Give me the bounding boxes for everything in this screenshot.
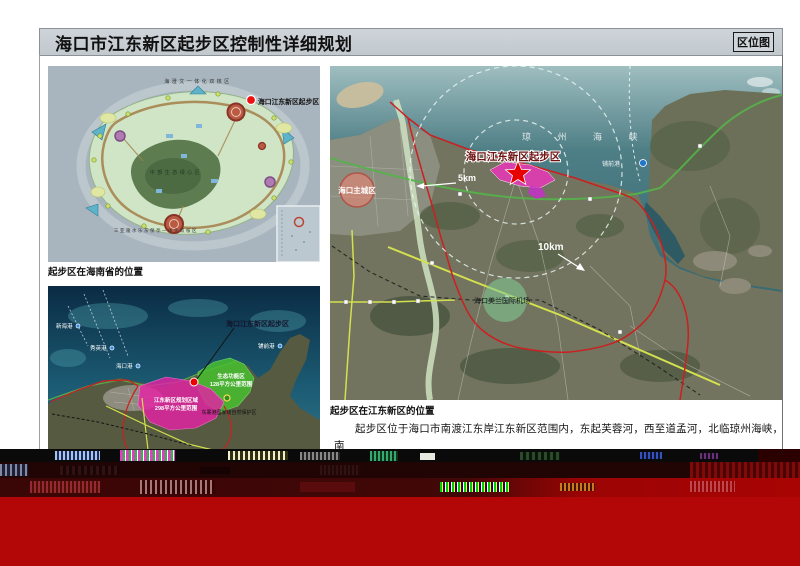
start-area-label: 海口江东新区起步区 [466, 150, 561, 163]
province-map: 海澄文一体化双核区 中部生态绿心区 三亚陵水乐东保亭一体化双核区 海口江东新区起… [48, 66, 320, 262]
right-frame-line [782, 55, 783, 450]
glitch-noise [300, 482, 355, 492]
start-area-dot [190, 378, 198, 386]
pink-zone-label-1: 江东新区规划区域 [154, 396, 199, 404]
glitch-band-maroon [0, 462, 800, 478]
strait-label: 琼 州 海 峡 [522, 131, 650, 142]
glitch-noise [440, 482, 510, 492]
glitch-band-noise [0, 449, 800, 462]
radius-10km-label: 10km [538, 242, 564, 253]
glitch-band-red [0, 478, 800, 497]
haikou-node [228, 104, 245, 121]
reserve-dot [224, 395, 230, 401]
glitch-noise [758, 449, 800, 462]
pink-zone-label-2: 298平方公里范围 [155, 404, 198, 412]
cloud [747, 77, 773, 87]
province-map-caption: 起步区在海南省的位置 [48, 264, 143, 278]
south-sea-inset [277, 206, 320, 262]
page-title: 海口市江东新区起步区控制性详细规划 [40, 30, 353, 55]
port-xinhai-label: 新海港 [56, 322, 73, 330]
location-map-caption: 起步区在江东新区的位置 [330, 403, 435, 417]
start-area-label: 海口江东新区起步区 [258, 97, 319, 106]
glitch-noise [140, 480, 215, 494]
glitch-noise [60, 466, 120, 475]
west-city-node [115, 131, 125, 141]
glitch-noise [30, 481, 100, 493]
glitch-noise [640, 452, 662, 459]
corruption-red-area [0, 497, 800, 566]
green-zone-label-2: 128平方公里范围 [210, 380, 253, 388]
header-bar: 海口市江东新区起步区控制性详细规划 区位图 [39, 28, 783, 56]
district-map: 新海港 秀英港 海口港 铺前港 海口江东新区起步区 江东新区规划区域 298平方… [48, 286, 320, 450]
radius-5km-label: 5km [458, 173, 476, 183]
north-zone-label: 海澄文一体化双核区 [164, 78, 232, 85]
glitch-noise [420, 453, 435, 460]
location-map: 海口主城区 海口美兰国际机场 海口江东新区起步区 5km 10km 琼 州 海 … [330, 66, 782, 400]
south-zone-label: 三亚陵水乐东保亭一体化双核区 [114, 227, 198, 234]
forest-core [145, 158, 201, 194]
main-city-label: 海口主城区 [338, 185, 376, 195]
glitch-noise [520, 452, 560, 460]
glitch-noise [690, 481, 735, 492]
glitch-noise [0, 464, 28, 476]
port-puqian-label: 铺前港 [258, 342, 275, 350]
glitch-noise [370, 451, 398, 461]
start-area-dot [247, 96, 256, 105]
puqian-port-icon [640, 160, 647, 167]
glitch-noise [560, 483, 595, 491]
glitch-noise [120, 450, 175, 461]
glitch-noise [320, 465, 360, 475]
puqian-port-label: 铺前港 [602, 160, 620, 168]
green-zone-label-1: 生态功能区 [217, 372, 245, 380]
start-area-label: 海口江东新区起步区 [226, 319, 289, 328]
glitch-noise [700, 453, 718, 459]
center-zone-label: 中部生态绿心区 [150, 169, 203, 176]
airport-label: 海口美兰国际机场 [474, 296, 530, 305]
port-xiuying-label: 秀英港 [90, 344, 107, 352]
glitch-noise [300, 452, 340, 460]
glitch-noise [228, 451, 288, 460]
left-frame-line [39, 55, 40, 450]
map-type-tag: 区位图 [733, 32, 774, 52]
east-city-node [265, 177, 275, 187]
wenchang-node [259, 143, 266, 150]
glitch-noise [690, 462, 800, 478]
glitch-noise [55, 451, 100, 460]
reserve-label: 东寨港国家级自然保护区 [201, 409, 256, 416]
port-haikou-label: 海口港 [116, 362, 133, 370]
glitch-noise [200, 467, 230, 474]
